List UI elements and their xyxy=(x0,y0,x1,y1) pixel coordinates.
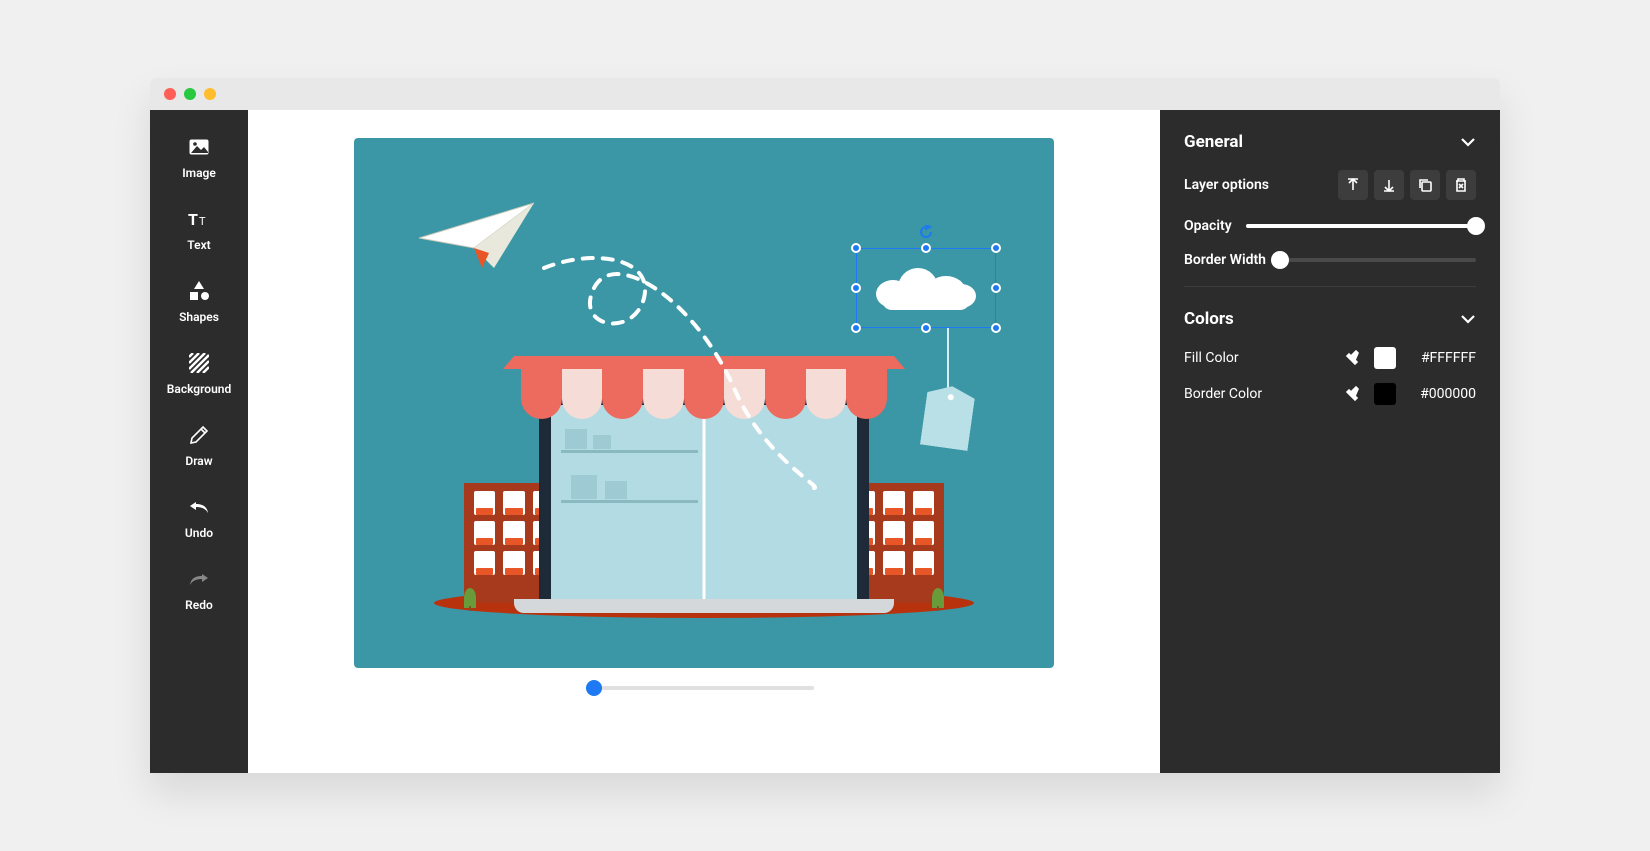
resize-handle-s[interactable] xyxy=(921,323,931,333)
canvas-area xyxy=(248,110,1160,773)
close-window-button[interactable] xyxy=(164,88,176,100)
duplicate-button[interactable] xyxy=(1410,170,1440,200)
background-icon xyxy=(188,352,210,374)
resize-handle-w[interactable] xyxy=(851,283,861,293)
sidebar-item-label: Text xyxy=(187,238,210,252)
sidebar-item-draw[interactable]: Draw xyxy=(150,410,248,482)
sidebar-item-background[interactable]: Background xyxy=(150,338,248,410)
section-general-header[interactable]: General xyxy=(1184,132,1476,152)
shapes-icon xyxy=(188,280,210,302)
fill-color-label: Fill Color xyxy=(1184,350,1239,366)
section-colors-header[interactable]: Colors xyxy=(1184,309,1476,329)
border-width-label: Border Width xyxy=(1184,252,1266,268)
rotate-handle[interactable] xyxy=(919,224,933,238)
bring-to-front-button[interactable] xyxy=(1338,170,1368,200)
cloud-shape xyxy=(876,266,976,306)
tool-sidebar: Image TT Text Shapes Background xyxy=(150,110,248,773)
layer-options-label: Layer options xyxy=(1184,177,1269,193)
eyedropper-icon[interactable] xyxy=(1342,347,1364,369)
minimize-window-button[interactable] xyxy=(184,88,196,100)
fill-color-value: #FFFFFF xyxy=(1406,350,1476,366)
pencil-icon xyxy=(188,424,210,446)
undo-icon xyxy=(188,496,210,518)
delete-button[interactable] xyxy=(1446,170,1476,200)
chevron-down-icon xyxy=(1460,309,1476,329)
border-color-label: Border Color xyxy=(1184,386,1262,402)
resize-handle-nw[interactable] xyxy=(851,243,861,253)
text-icon: TT xyxy=(188,208,210,230)
maximize-window-button[interactable] xyxy=(204,88,216,100)
sidebar-item-label: Image xyxy=(182,166,216,180)
redo-icon xyxy=(188,568,210,590)
illustration-paper-plane xyxy=(414,198,544,278)
properties-panel: General Layer options xyxy=(1160,110,1500,773)
section-title: Colors xyxy=(1184,309,1234,329)
sidebar-item-label: Redo xyxy=(185,598,213,612)
illustration-tag-string xyxy=(947,328,949,388)
sidebar-item-label: Background xyxy=(167,382,231,396)
sidebar-item-text[interactable]: TT Text xyxy=(150,194,248,266)
resize-handle-sw[interactable] xyxy=(851,323,861,333)
svg-text:T: T xyxy=(199,215,206,228)
border-color-swatch[interactable] xyxy=(1374,383,1396,405)
border-width-slider-thumb[interactable] xyxy=(1271,251,1289,269)
illustration-price-tag xyxy=(920,383,976,451)
eyedropper-icon[interactable] xyxy=(1342,383,1364,405)
zoom-slider-handle[interactable] xyxy=(586,680,602,696)
resize-handle-ne[interactable] xyxy=(991,243,1001,253)
svg-text:T: T xyxy=(188,210,198,228)
opacity-slider[interactable] xyxy=(1246,224,1476,228)
sidebar-item-label: Draw xyxy=(185,454,212,468)
sidebar-item-label: Undo xyxy=(185,526,213,540)
chevron-down-icon xyxy=(1460,132,1476,152)
border-color-value: #000000 xyxy=(1406,386,1476,402)
opacity-label: Opacity xyxy=(1184,218,1232,234)
opacity-slider-thumb[interactable] xyxy=(1467,217,1485,235)
resize-handle-e[interactable] xyxy=(991,283,1001,293)
app-window: Image TT Text Shapes Background xyxy=(150,78,1500,773)
zoom-slider[interactable] xyxy=(594,686,814,690)
border-width-slider[interactable] xyxy=(1280,258,1476,262)
section-title: General xyxy=(1184,132,1243,152)
sidebar-item-undo[interactable]: Undo xyxy=(150,482,248,554)
sidebar-item-image[interactable]: Image xyxy=(150,122,248,194)
app-body: Image TT Text Shapes Background xyxy=(150,110,1500,773)
selected-cloud-object[interactable] xyxy=(856,248,996,328)
illustration-plane-trail xyxy=(534,238,894,498)
sidebar-item-redo[interactable]: Redo xyxy=(150,554,248,626)
image-icon xyxy=(188,136,210,158)
panel-divider xyxy=(1184,286,1476,287)
sidebar-item-shapes[interactable]: Shapes xyxy=(150,266,248,338)
illustration-tree xyxy=(932,588,944,608)
fill-color-swatch[interactable] xyxy=(1374,347,1396,369)
canvas[interactable] xyxy=(354,138,1054,668)
sidebar-item-label: Shapes xyxy=(179,310,219,324)
resize-handle-se[interactable] xyxy=(991,323,1001,333)
illustration-tree xyxy=(464,588,476,608)
send-to-back-button[interactable] xyxy=(1374,170,1404,200)
titlebar xyxy=(150,78,1500,110)
resize-handle-n[interactable] xyxy=(921,243,931,253)
